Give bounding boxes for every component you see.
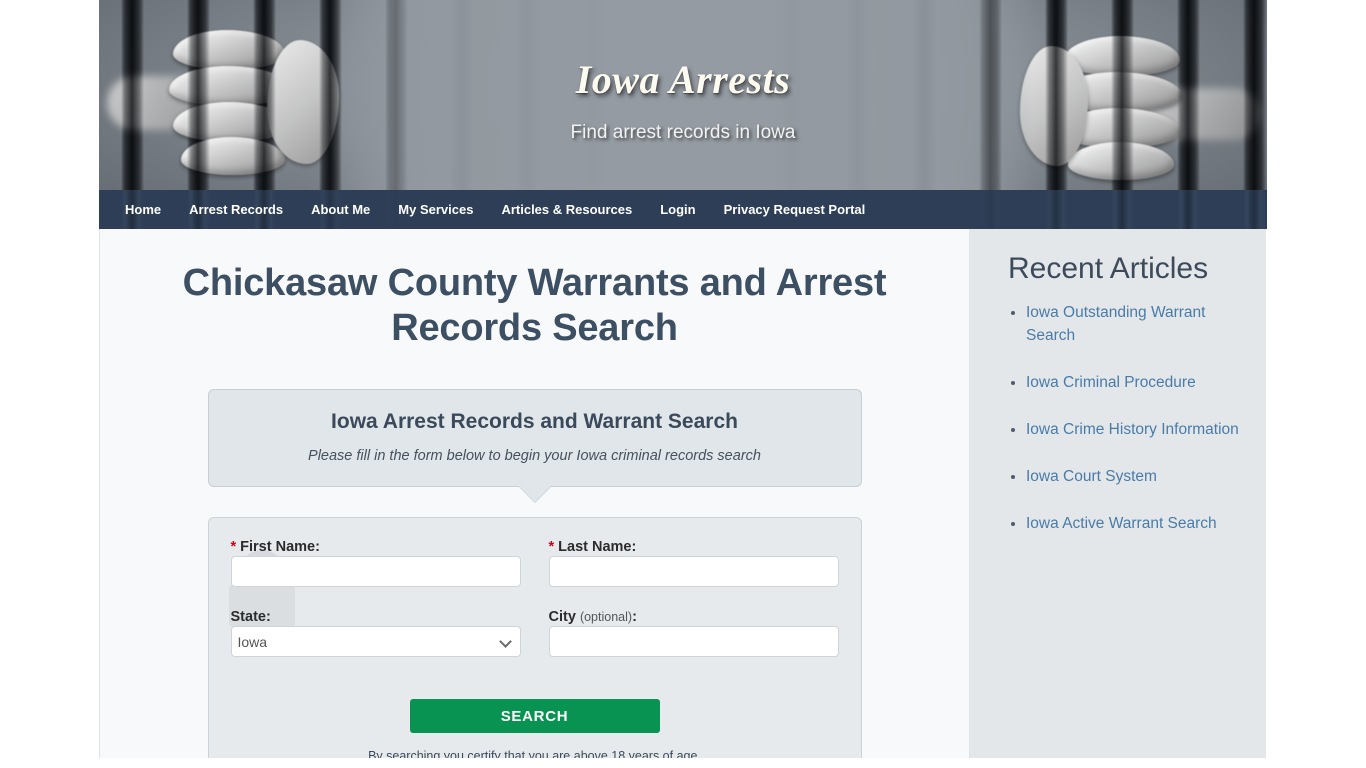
last-name-label-text: Last Name:	[558, 539, 637, 555]
site-title: Iowa Arrests	[575, 57, 791, 102]
state-field-group: State: Iowa	[230, 608, 521, 678]
last-name-input[interactable]	[548, 556, 839, 587]
nav-item-articles-resources[interactable]: Articles & Resources	[487, 190, 646, 229]
article-link-criminal-procedure[interactable]: Iowa Criminal Procedure	[1026, 374, 1196, 391]
sidebar-title: Recent Articles	[1008, 252, 1209, 285]
callout-arrow-icon	[518, 486, 551, 502]
nav-item-home[interactable]: Home	[111, 190, 175, 229]
main-content: Chickasaw County Warrants and Arrest Rec…	[99, 229, 970, 758]
main-navigation: Home Arrest Records About Me My Services…	[99, 190, 1267, 229]
search-button[interactable]: SEARCH	[409, 699, 660, 733]
search-callout: Iowa Arrest Records and Warrant Search P…	[207, 389, 862, 502]
city-input[interactable]	[548, 626, 839, 657]
callout-subtitle: Please fill in the form below to begin y…	[308, 448, 761, 464]
first-name-label-text: First Name:	[240, 539, 320, 555]
right-gutter	[1267, 0, 1366, 768]
list-item: Iowa Outstanding Warrant Search	[1026, 301, 1246, 347]
city-label: City (optional):	[549, 609, 637, 625]
article-link-outstanding-warrant-search[interactable]: Iowa Outstanding Warrant Search	[1026, 304, 1205, 344]
callout-title: Iowa Arrest Records and Warrant Search	[331, 410, 738, 433]
site-banner: Iowa Arrests Find arrest records in Iowa	[99, 0, 1267, 190]
city-field-group: City (optional):	[548, 608, 839, 678]
city-label-text: City	[548, 609, 576, 625]
arrest-search-form: * First Name: * Last Name: State: Iowa C…	[207, 517, 862, 758]
page-root: Iowa Arrests Find arrest records in Iowa…	[0, 0, 1366, 768]
nav-item-login[interactable]: Login	[646, 190, 709, 229]
first-name-label: * First Name:	[231, 539, 320, 555]
article-link-active-warrant-search[interactable]: Iowa Active Warrant Search	[1026, 515, 1217, 532]
nav-item-privacy-request-portal[interactable]: Privacy Request Portal	[710, 190, 880, 229]
last-name-field-group: * Last Name:	[548, 538, 839, 608]
first-name-field-group: * First Name:	[230, 538, 521, 608]
list-item: Iowa Active Warrant Search	[1026, 512, 1246, 535]
required-marker-last-name: *	[548, 539, 555, 555]
nav-item-my-services[interactable]: My Services	[384, 190, 487, 229]
page-title: Chickasaw County Warrants and Arrest Rec…	[182, 262, 887, 349]
nav-item-about-me[interactable]: About Me	[297, 190, 384, 229]
article-link-court-system[interactable]: Iowa Court System	[1026, 468, 1157, 485]
submit-row: SEARCH By searching you certify that you…	[231, 699, 839, 758]
recent-articles-list: Iowa Outstanding Warrant Search Iowa Cri…	[1008, 301, 1246, 535]
article-link-crime-history-information[interactable]: Iowa Crime History Information	[1026, 421, 1239, 438]
list-item: Iowa Court System	[1026, 465, 1246, 488]
body-row: Chickasaw County Warrants and Arrest Rec…	[99, 229, 1267, 758]
required-marker-first-name: *	[230, 539, 237, 555]
state-label: State:	[230, 609, 271, 625]
city-optional-note: (optional)	[579, 610, 633, 624]
first-name-input[interactable]	[230, 556, 521, 587]
list-item: Iowa Crime History Information	[1026, 418, 1246, 441]
left-gutter	[0, 0, 99, 768]
nav-list: Home Arrest Records About Me My Services…	[99, 190, 1267, 229]
callout-box: Iowa Arrest Records and Warrant Search P…	[207, 389, 862, 487]
banner-text-block: Iowa Arrests Find arrest records in Iowa	[99, 0, 1267, 190]
form-grid: * First Name: * Last Name: State: Iowa C…	[230, 538, 839, 678]
state-select-wrap: Iowa	[230, 626, 521, 657]
age-disclaimer: By searching you certify that you are ab…	[368, 749, 701, 758]
site-tagline: Find arrest records in Iowa	[570, 122, 796, 143]
city-label-suffix: :	[632, 609, 637, 625]
state-select[interactable]: Iowa	[230, 626, 521, 657]
site-wrapper: Iowa Arrests Find arrest records in Iowa…	[99, 0, 1267, 768]
sidebar: Recent Articles Iowa Outstanding Warrant…	[970, 229, 1266, 758]
last-name-label: * Last Name:	[549, 539, 637, 555]
list-item: Iowa Criminal Procedure	[1026, 371, 1246, 394]
nav-item-arrest-records[interactable]: Arrest Records	[175, 190, 297, 229]
